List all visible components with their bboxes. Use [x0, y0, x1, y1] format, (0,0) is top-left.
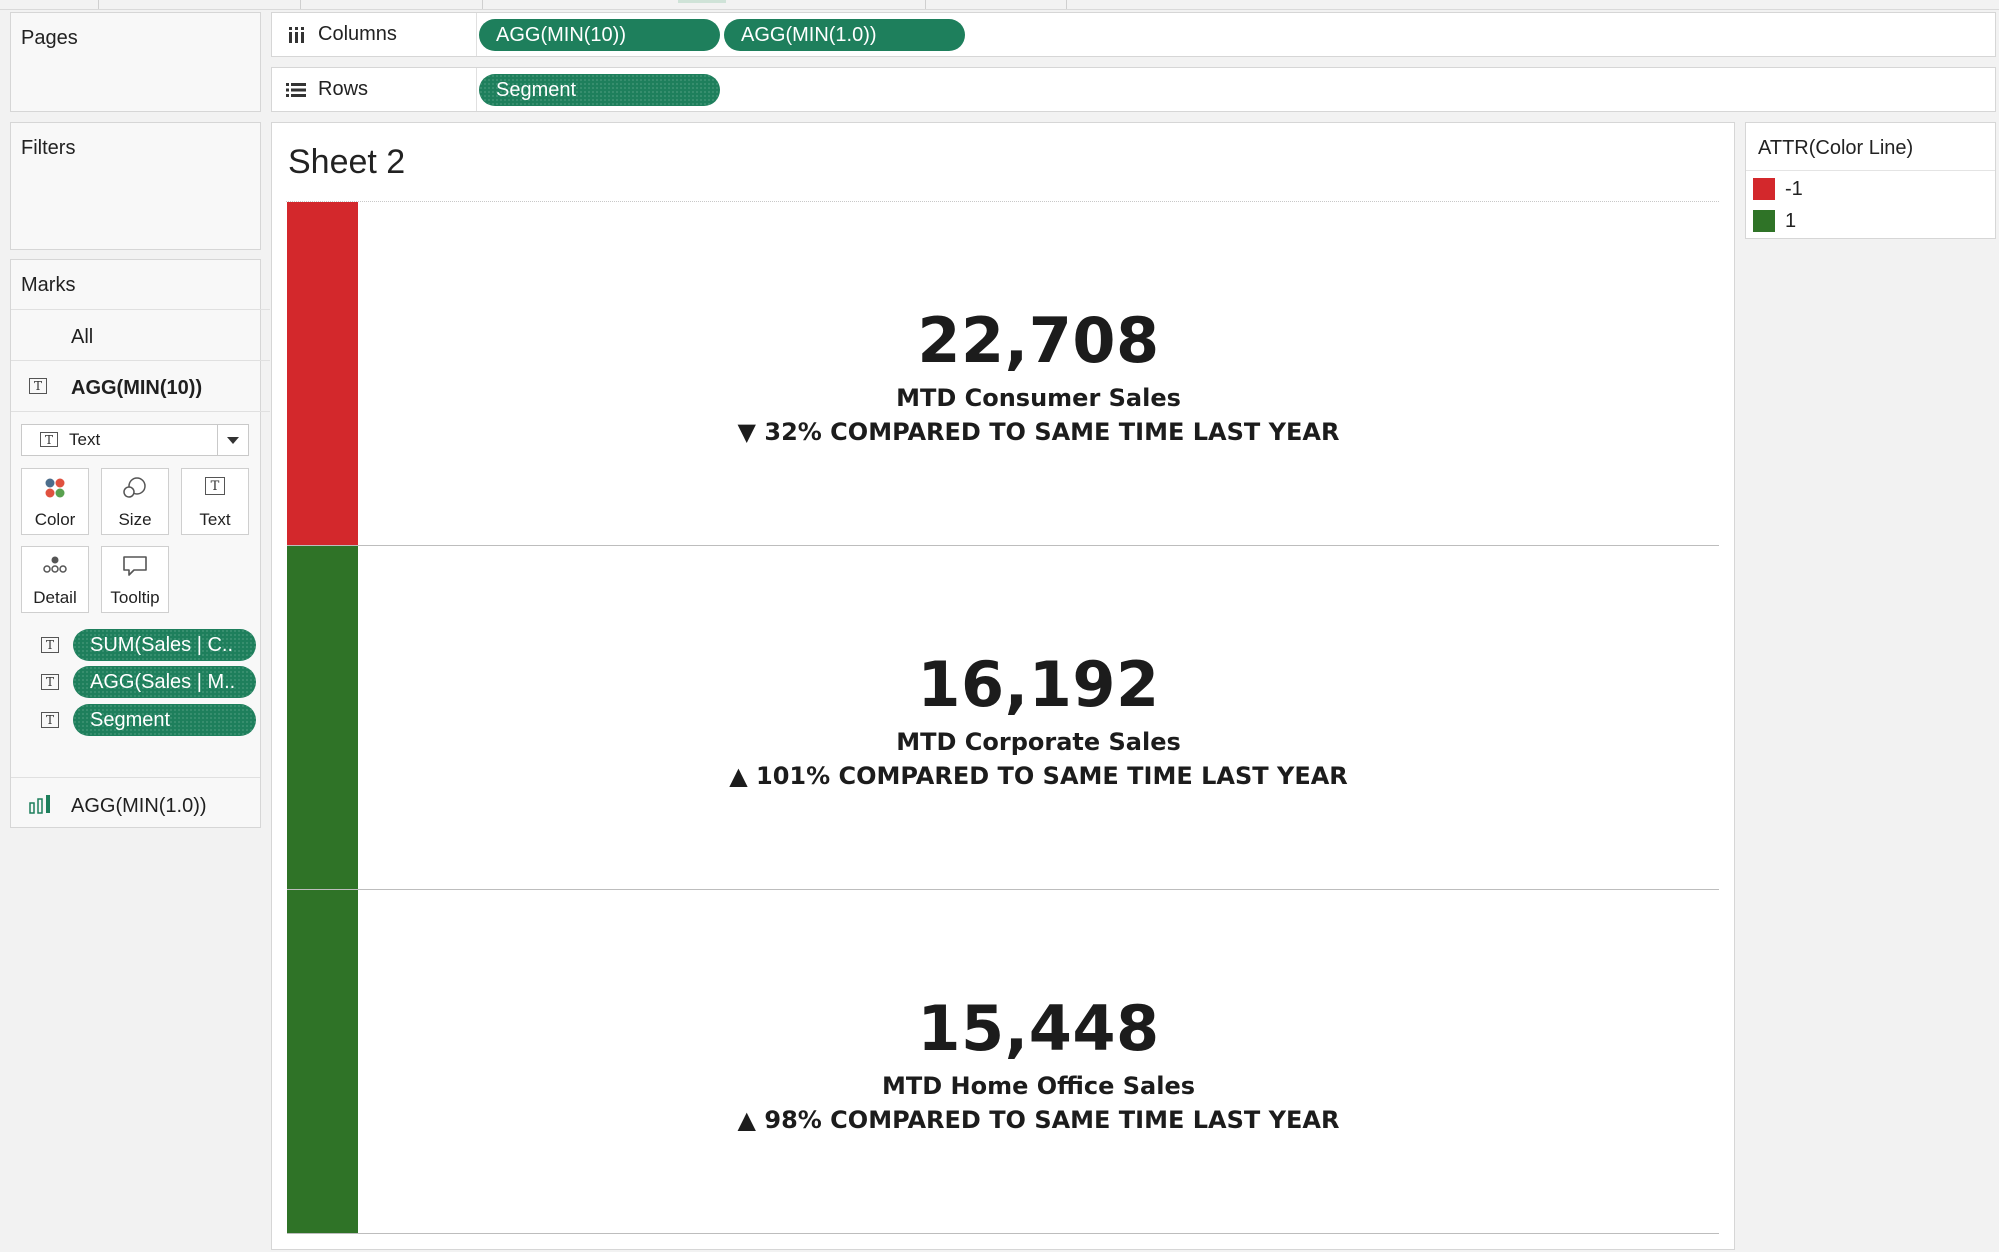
- marks-field-row[interactable]: T Segment: [31, 704, 256, 736]
- strip-divider: [1066, 0, 1067, 9]
- dropdown-divider: [217, 425, 218, 455]
- marks-layer2-label: AGG(MIN(1.0)): [71, 795, 207, 817]
- text-button-label: Text: [199, 510, 231, 529]
- columns-icon: [284, 26, 308, 44]
- kpi-value: 15,448: [917, 992, 1160, 1065]
- text-encoding-icon: T: [41, 712, 59, 728]
- rows-shelf[interactable]: Rows Segment: [271, 67, 1996, 112]
- kpi-label: MTD Consumer Sales: [896, 384, 1181, 412]
- kpi-label: MTD Home Office Sales: [881, 1072, 1196, 1100]
- filters-card[interactable]: Filters: [10, 122, 261, 250]
- tooltip-button[interactable]: Tooltip: [101, 546, 169, 613]
- columns-pill-2[interactable]: AGG(MIN(1.0)): [724, 19, 965, 51]
- up-triangle-icon: ▲: [729, 762, 748, 790]
- chevron-down-icon[interactable]: [227, 437, 239, 444]
- rows-icon: [284, 82, 308, 98]
- kpi-text-block: 22,708 MTD Consumer Sales ▼ 32% COMPARED…: [358, 304, 1719, 445]
- top-tab-strip: [0, 0, 1999, 10]
- kpi-value: 22,708: [917, 304, 1160, 377]
- color-button[interactable]: Color: [21, 468, 89, 535]
- legend-item-label: -1: [1785, 177, 1803, 200]
- pages-card[interactable]: Pages: [10, 12, 261, 112]
- marks-field-row[interactable]: T SUM(Sales | C..: [31, 629, 256, 661]
- mark-type-dropdown[interactable]: T Text: [21, 424, 249, 456]
- marks-title: Marks: [21, 274, 76, 296]
- text-mark-icon: T: [40, 432, 58, 447]
- worksheet-view[interactable]: Sheet 2 22,708 MTD Consumer Sales ▼ 32% …: [271, 122, 1735, 1250]
- size-button[interactable]: Size: [101, 468, 169, 535]
- field-pill-segment[interactable]: Segment: [73, 704, 256, 736]
- marks-layer-1[interactable]: T AGG(MIN(10)): [11, 361, 270, 412]
- color-line-bar[interactable]: [287, 890, 358, 1234]
- strip-divider: [98, 0, 99, 9]
- color-dots-icon: [22, 477, 88, 499]
- marks-layer1-label: AGG(MIN(10)): [71, 377, 203, 399]
- kpi-comparison-text: 98% COMPARED TO SAME TIME LAST YEAR: [764, 1106, 1340, 1134]
- filters-title: Filters: [21, 137, 76, 159]
- detail-button-label: Detail: [33, 588, 77, 607]
- kpi-row-consumer[interactable]: 22,708 MTD Consumer Sales ▼ 32% COMPARED…: [287, 202, 1719, 546]
- legend-item-negative[interactable]: -1: [1753, 177, 1803, 201]
- marks-all-label: All: [71, 326, 94, 348]
- kpi-comparison: ▲ 98% COMPARED TO SAME TIME LAST YEAR: [358, 1108, 1719, 1132]
- kpi-comparison: ▲ 101% COMPARED TO SAME TIME LAST YEAR: [358, 764, 1719, 788]
- text-icon: T: [182, 477, 248, 495]
- rows-shelf-label: Rows: [272, 68, 477, 111]
- text-encoding-icon: T: [41, 637, 59, 653]
- tooltip-button-label: Tooltip: [110, 588, 160, 607]
- marks-layer-all[interactable]: All: [11, 310, 270, 361]
- kpi-comparison-text: 101% COMPARED TO SAME TIME LAST YEAR: [756, 762, 1348, 790]
- tooltip-bubble-icon: [102, 555, 168, 577]
- color-line-bar[interactable]: [287, 202, 358, 546]
- marks-header: Marks: [11, 260, 270, 310]
- text-mark-icon: T: [29, 378, 47, 394]
- color-line-bar[interactable]: [287, 546, 358, 890]
- legend-divider: [1746, 170, 1995, 171]
- strip-divider: [300, 0, 301, 9]
- columns-shelf-label: Columns: [272, 13, 477, 56]
- marks-layer-2[interactable]: AGG(MIN(1.0)): [11, 778, 270, 828]
- color-button-label: Color: [34, 510, 76, 529]
- size-button-label: Size: [118, 510, 152, 529]
- kpi-row-corporate[interactable]: 16,192 MTD Corporate Sales ▲ 101% COMPAR…: [287, 546, 1719, 890]
- legend-item-label: 1: [1785, 209, 1797, 232]
- field-pill-agg-sales[interactable]: AGG(Sales | M..: [73, 666, 256, 698]
- marks-field-row[interactable]: T AGG(Sales | M..: [31, 666, 256, 698]
- row-divider: [287, 1233, 1719, 1234]
- down-triangle-icon: ▼: [737, 418, 757, 446]
- columns-shelf[interactable]: Columns AGG(MIN(10)) AGG(MIN(1.0)): [271, 12, 1996, 57]
- text-encoding-icon: T: [41, 674, 59, 690]
- color-legend[interactable]: ATTR(Color Line) -1 1: [1745, 122, 1996, 239]
- text-button[interactable]: T Text: [181, 468, 249, 535]
- kpi-text-block: 15,448 MTD Home Office Sales ▲ 98% COMPA…: [358, 992, 1719, 1133]
- detail-button[interactable]: Detail: [21, 546, 89, 613]
- sheet-title: Sheet 2: [288, 143, 406, 181]
- marks-card: Marks All T AGG(MIN(10)) T Text Color Si: [10, 259, 270, 828]
- rows-pill-segment[interactable]: Segment: [479, 74, 720, 106]
- kpi-row-home-office[interactable]: 15,448 MTD Home Office Sales ▲ 98% COMPA…: [287, 890, 1719, 1234]
- strip-highlight: [678, 0, 726, 3]
- rows-label: Rows: [318, 78, 369, 100]
- up-triangle-icon: ▲: [737, 1106, 757, 1134]
- field-pill-sum-sales[interactable]: SUM(Sales | C..: [73, 629, 256, 661]
- detail-dots-icon: [22, 555, 88, 575]
- size-circles-icon: [102, 477, 168, 499]
- kpi-value: 16,192: [917, 648, 1160, 721]
- pages-title: Pages: [21, 27, 78, 49]
- legend-title: ATTR(Color Line): [1758, 137, 1914, 159]
- strip-divider: [482, 0, 483, 9]
- legend-swatch: [1753, 178, 1775, 200]
- legend-swatch: [1753, 210, 1775, 232]
- strip-divider: [925, 0, 926, 9]
- mark-type-value: Text: [69, 430, 101, 449]
- bar-mark-icon: [29, 794, 51, 819]
- kpi-label: MTD Corporate Sales: [896, 728, 1181, 756]
- columns-pill-1[interactable]: AGG(MIN(10)): [479, 19, 720, 51]
- legend-item-positive[interactable]: 1: [1753, 209, 1796, 233]
- kpi-comparison: ▼ 32% COMPARED TO SAME TIME LAST YEAR: [358, 420, 1719, 444]
- kpi-text-block: 16,192 MTD Corporate Sales ▲ 101% COMPAR…: [358, 648, 1719, 789]
- kpi-comparison-text: 32% COMPARED TO SAME TIME LAST YEAR: [764, 418, 1340, 446]
- columns-label: Columns: [318, 23, 397, 45]
